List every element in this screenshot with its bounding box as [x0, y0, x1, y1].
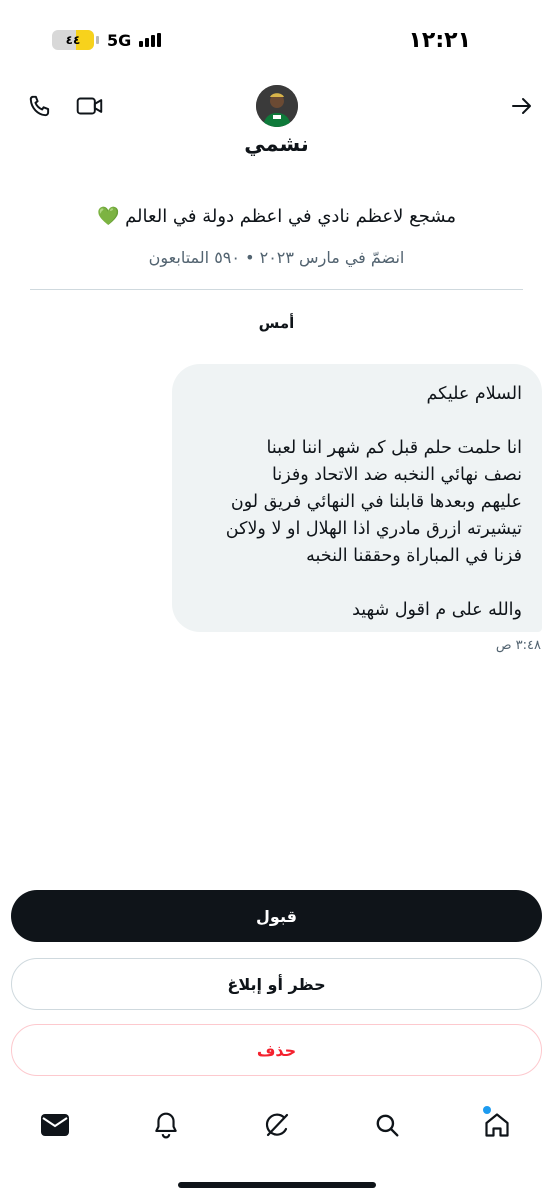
grok-icon[interactable] [260, 1108, 294, 1142]
status-time: ١٢:٢١ [408, 28, 471, 53]
status-indicators: ٤٤ 5G [52, 30, 162, 50]
avatar[interactable] [256, 85, 298, 127]
message-line: انا حلمت حلم قبل كم شهر اننا لعبنا [266, 438, 522, 458]
profile-bio: مشجع لاعظم نادي في اعظم دولة في العالم 💚 [96, 206, 457, 227]
status-bar: ٤٤ 5G ١٢:٢١ [0, 0, 553, 80]
message-timestamp: ٣:٤٨ ص [495, 638, 541, 653]
divider [30, 289, 523, 290]
search-icon[interactable] [370, 1108, 404, 1142]
block-report-button[interactable]: حظر أو إبلاغ [11, 958, 542, 1010]
video-call-icon[interactable] [74, 90, 106, 122]
profile-meta: انضمّ في مارس ٢٠٢٣ • ٥٩٠ المتابعون [148, 248, 405, 267]
accept-button[interactable]: قبول [11, 890, 542, 942]
phone-icon[interactable] [24, 90, 56, 122]
profile-name[interactable]: نشمي [0, 132, 553, 156]
network-type: 5G [107, 30, 132, 50]
date-separator: أمس [258, 314, 295, 332]
bell-icon[interactable] [149, 1108, 183, 1142]
home-indicator [178, 1182, 376, 1188]
arrow-right-icon[interactable] [506, 90, 538, 122]
battery-nub [96, 36, 99, 44]
message-line: نصف نهائي النخبه ضد الاتحاد وفزنا [272, 465, 522, 485]
delete-button[interactable]: حذف [11, 1024, 542, 1076]
message-line: فزنا في المباراة وحققنا النخبه [306, 546, 522, 566]
battery-icon: ٤٤ [52, 30, 94, 50]
message-bubble[interactable]: السلام عليكم انا حلمت حلم قبل كم شهر انن… [172, 364, 542, 632]
signal-icon [139, 33, 162, 47]
message-line: والله على م اقول شهيد [352, 600, 522, 620]
message-line: عليهم وبعدها قابلنا في النهائي فريق لون [230, 492, 522, 512]
messages-icon[interactable] [38, 1108, 72, 1142]
battery-level: ٤٤ [65, 33, 81, 47]
message-line: تيشيرته ازرق مادري اذا الهلال او لا ولاك… [225, 519, 522, 539]
notification-dot [483, 1106, 491, 1114]
message-line: السلام عليكم [426, 384, 522, 404]
